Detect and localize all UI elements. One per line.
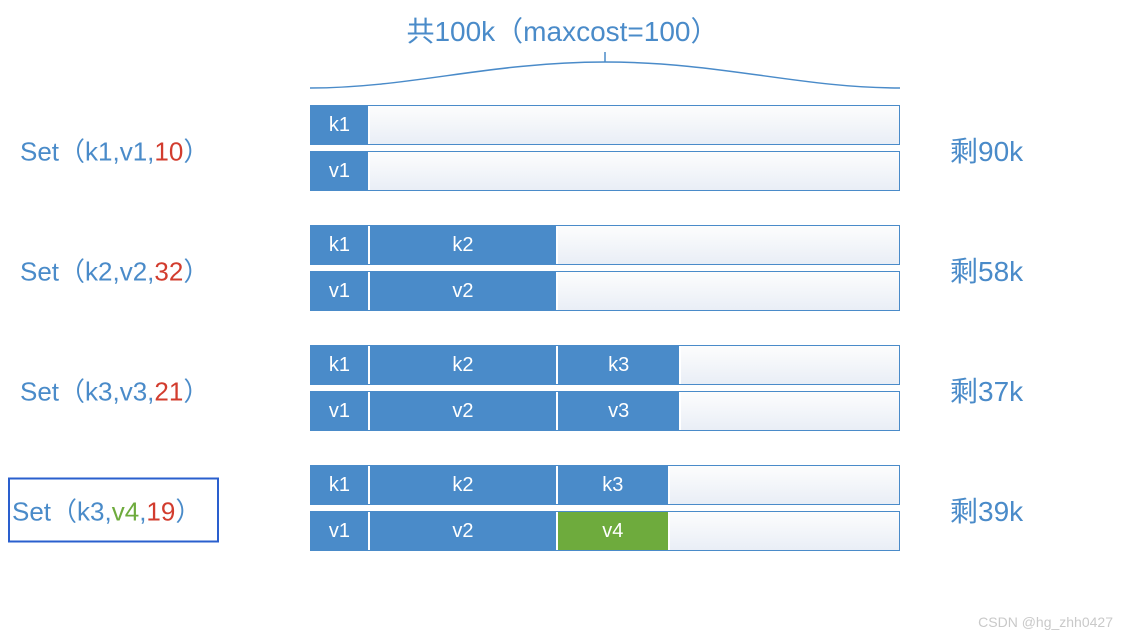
value-bar: v1v2v3 xyxy=(310,391,900,431)
segment-k3: k3 xyxy=(558,466,670,504)
watermark-text: CSDN @hg_zhh0427 xyxy=(978,614,1113,630)
label-part: 32 xyxy=(154,257,183,287)
segment-v1: v1 xyxy=(311,152,370,190)
remaining-label: 剩58k xyxy=(950,250,1023,290)
label-part: Set（k2,v2, xyxy=(20,257,154,287)
label-part: ） xyxy=(175,497,201,527)
bar-area: k1k2k3 v1v2v3 xyxy=(310,345,900,435)
segment-v1: v1 xyxy=(311,392,370,430)
set-operation-label: Set（k2,v2,32） xyxy=(20,252,209,289)
remaining-label: 剩90k xyxy=(950,130,1023,170)
key-bar: k1k2k3 xyxy=(310,345,900,385)
segment-k3: k3 xyxy=(558,346,681,384)
segment-v3: v3 xyxy=(558,392,681,430)
segment-k1: k1 xyxy=(311,226,370,264)
bar-area: k1k2v1v2 xyxy=(310,225,900,315)
label-part: Set（k3, xyxy=(12,497,112,527)
label-part: 19 xyxy=(146,497,175,527)
label-part: Set（k3,v3, xyxy=(20,377,154,407)
value-bar: v1v2 xyxy=(310,271,900,311)
set-operation-label: Set（k3,v3,21） xyxy=(20,372,209,409)
label-part: 21 xyxy=(154,377,183,407)
diagram-title: 共100k（maxcost=100） xyxy=(0,10,1125,50)
segment-k2: k2 xyxy=(370,466,558,504)
rows-container: Set（k1,v1,10）k1v1剩90kSet（k2,v2,32）k1k2v1… xyxy=(0,105,1125,585)
diagram-row: Set（k1,v1,10）k1v1剩90k xyxy=(0,105,1125,195)
set-operation-label: Set（k3,v4,19） xyxy=(8,478,219,543)
diagram-row: Set（k3,v4,19）k1k2k3v1v2v4剩39k xyxy=(0,465,1125,555)
diagram-row: Set（k3,v3,21） k1k2k3 v1v2v3 剩37k xyxy=(0,345,1125,435)
label-part: Set（k1,v1, xyxy=(20,137,154,167)
segment-v1: v1 xyxy=(311,512,370,550)
segment-v2: v2 xyxy=(370,272,558,310)
remaining-label: 剩39k xyxy=(950,490,1023,530)
segment-k1: k1 xyxy=(311,106,370,144)
value-bar: v1v2v4 xyxy=(310,511,900,551)
segment-k1: k1 xyxy=(311,346,370,384)
key-bar: k1 xyxy=(310,105,900,145)
segment-v2: v2 xyxy=(370,392,558,430)
segment-v2: v2 xyxy=(370,512,558,550)
value-bar: v1 xyxy=(310,151,900,191)
segment-k1: k1 xyxy=(311,466,370,504)
label-part: ） xyxy=(183,377,209,407)
bar-area: k1v1 xyxy=(310,105,900,195)
segment-v1: v1 xyxy=(311,272,370,310)
segment-v4: v4 xyxy=(558,512,670,550)
segment-k2: k2 xyxy=(370,226,558,264)
bar-area: k1k2k3 v1v2v4 xyxy=(310,465,900,555)
key-bar: k1k2k3 xyxy=(310,465,900,505)
label-part: ） xyxy=(183,137,209,167)
remaining-label: 剩37k xyxy=(950,370,1023,410)
set-operation-label: Set（k1,v1,10） xyxy=(20,132,209,169)
label-part: 10 xyxy=(154,137,183,167)
brace-icon xyxy=(310,50,900,90)
segment-k2: k2 xyxy=(370,346,558,384)
label-part: ） xyxy=(183,257,209,287)
diagram-row: Set（k2,v2,32）k1k2v1v2剩58k xyxy=(0,225,1125,315)
label-part: v4 xyxy=(112,497,139,527)
key-bar: k1k2 xyxy=(310,225,900,265)
